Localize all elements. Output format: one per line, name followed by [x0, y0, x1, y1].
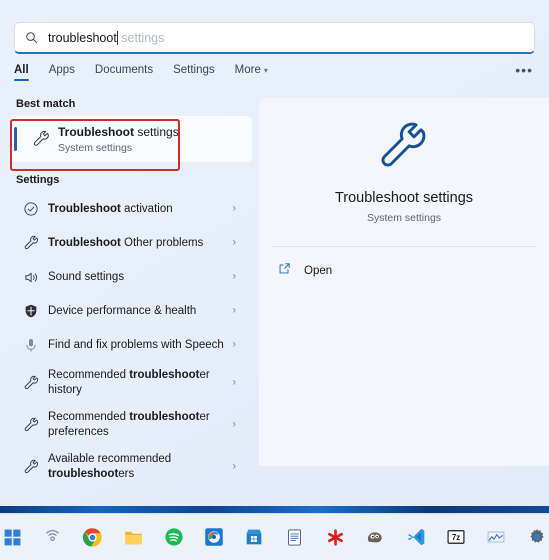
folder-icon[interactable]	[121, 524, 145, 550]
best-match-subtitle: System settings	[58, 141, 133, 154]
svg-text:7z: 7z	[452, 533, 460, 542]
tab-documents-label: Documents	[94, 64, 154, 76]
blue-app-icon[interactable]	[202, 524, 226, 550]
tab-more-label: More	[234, 64, 261, 76]
list-item[interactable]: Recommended troubleshooter history ›	[10, 362, 252, 404]
list-item[interactable]: Troubleshoot Other problems ›	[10, 226, 252, 260]
list-item-label: Device performance & health	[48, 304, 196, 319]
list-item[interactable]: Recommended troubleshooter preferences ›	[10, 404, 252, 446]
shield-icon	[18, 303, 44, 319]
wrench-icon	[18, 459, 44, 476]
list-item-label-bold: troubleshoot	[129, 411, 200, 423]
list-item-label-pre: Recommended	[48, 411, 130, 423]
search-typed-text: troubleshoot	[48, 30, 117, 45]
wrench-icon	[28, 130, 54, 149]
vscode-icon[interactable]	[404, 524, 428, 550]
speaker-icon	[18, 269, 44, 286]
red-asterisk-icon[interactable]	[323, 524, 347, 550]
chevron-right-icon: ›	[232, 304, 236, 317]
open-label: Open	[304, 265, 333, 277]
wrench-icon	[18, 417, 44, 434]
chevron-right-icon: ›	[232, 202, 236, 215]
list-item-label-bold: Troubleshoot	[48, 202, 121, 215]
chevron-right-icon: ›	[232, 376, 236, 389]
preview-title: Troubleshoot settings	[334, 190, 474, 206]
start-button[interactable]	[0, 524, 24, 550]
wrench-icon	[18, 235, 44, 252]
taskbar: 7z	[0, 513, 549, 560]
wrench-icon	[259, 120, 549, 176]
list-item-label: Find and fix problems with Speech	[48, 338, 224, 353]
tab-documents[interactable]: Documents	[95, 64, 153, 81]
open-button[interactable]: Open	[277, 261, 549, 281]
tab-settings[interactable]: Settings	[173, 64, 215, 81]
chevron-right-icon: ›	[232, 418, 236, 431]
list-item-label-rest: Other problems	[120, 236, 204, 249]
list-item-label-rest: Sound settings	[48, 270, 125, 283]
best-match-title: Troubleshoot settings	[58, 125, 179, 139]
chevron-right-icon: ›	[232, 460, 236, 473]
list-item[interactable]: Device performance & health ›	[10, 294, 252, 328]
list-item[interactable]: Troubleshoot activation ›	[10, 192, 252, 226]
results-list: Best match Troubleshoot settings System …	[0, 98, 258, 513]
list-item-label-bold: Troubleshoot	[48, 236, 121, 249]
store-icon[interactable]	[242, 524, 266, 550]
list-item-label: Troubleshoot Other problems	[48, 236, 203, 251]
list-item[interactable]: Find and fix problems with Speech ›	[10, 328, 252, 362]
list-item-label: Troubleshoot activation	[48, 202, 173, 217]
list-item-label-rest: Find and fix problems with Speech	[48, 338, 224, 351]
list-item[interactable]: Available recommended troubleshooters ›	[10, 446, 252, 488]
list-item-label-bold: troubleshoot	[129, 369, 200, 381]
chevron-right-icon: ›	[232, 236, 236, 249]
best-match-item[interactable]: Troubleshoot settings System settings	[10, 116, 252, 162]
list-item-label-rest: Device performance & health	[48, 304, 197, 317]
divider	[273, 246, 535, 247]
list-item-label-pre: Available recommended	[48, 453, 172, 465]
best-match-group: Troubleshoot settings System settings	[0, 116, 258, 171]
list-item-label: Available recommended troubleshooters	[48, 452, 226, 482]
list-item-label-bold: troubleshoot	[48, 468, 119, 480]
gimp-icon[interactable]	[363, 524, 387, 550]
list-item-label: Recommended troubleshooter preferences	[48, 410, 226, 440]
list-item[interactable]: Sound settings ›	[10, 260, 252, 294]
chrome-icon[interactable]	[81, 524, 105, 550]
list-item-label-rest: ers	[118, 468, 135, 480]
tab-apps[interactable]: Apps	[49, 64, 75, 81]
chart-icon[interactable]	[484, 524, 508, 550]
list-item-label: Recommended troubleshooter history	[48, 368, 226, 398]
best-match-title-rest: settings	[134, 124, 179, 139]
preview-subtitle: System settings	[366, 212, 442, 224]
chevron-down-icon: ▾	[263, 66, 268, 75]
list-item-label-pre: Recommended	[48, 369, 130, 381]
tab-all-label: All	[14, 64, 29, 76]
desktop-wallpaper-stripe	[0, 506, 549, 513]
wrench-icon	[18, 375, 44, 392]
microphone-icon	[18, 337, 44, 353]
sevenzip-icon[interactable]: 7z	[444, 524, 468, 550]
tab-settings-label: Settings	[173, 64, 215, 76]
tab-more[interactable]: More ▾	[235, 64, 268, 81]
radar-icon[interactable]	[40, 524, 64, 550]
external-link-icon	[277, 261, 292, 281]
search-flyout: troubleshoot settings All Apps Documents…	[0, 0, 549, 513]
search-input[interactable]: troubleshoot settings	[14, 22, 535, 54]
preview-pane: Troubleshoot settings System settings Op…	[259, 98, 549, 466]
tab-all[interactable]: All	[14, 64, 29, 81]
gear-icon[interactable]	[525, 524, 549, 550]
list-item-label: Sound settings	[48, 270, 124, 285]
spotify-icon[interactable]	[161, 524, 185, 550]
check-circle-icon	[18, 201, 44, 217]
settings-heading: Settings	[16, 174, 60, 186]
filter-tab-bar: All Apps Documents Settings More ▾ •••	[14, 63, 535, 90]
notepad-icon[interactable]	[283, 524, 307, 550]
tab-apps-label: Apps	[48, 64, 75, 76]
search-suggestion-text: settings	[117, 30, 165, 45]
overflow-menu-button[interactable]: •••	[515, 63, 533, 77]
chevron-right-icon: ›	[232, 338, 236, 351]
best-match-heading: Best match	[16, 98, 76, 110]
search-icon	[25, 31, 38, 44]
best-match-title-bold: Troubleshoot	[58, 124, 134, 139]
chevron-right-icon: ›	[232, 270, 236, 283]
list-item-label-rest: activation	[120, 202, 173, 215]
